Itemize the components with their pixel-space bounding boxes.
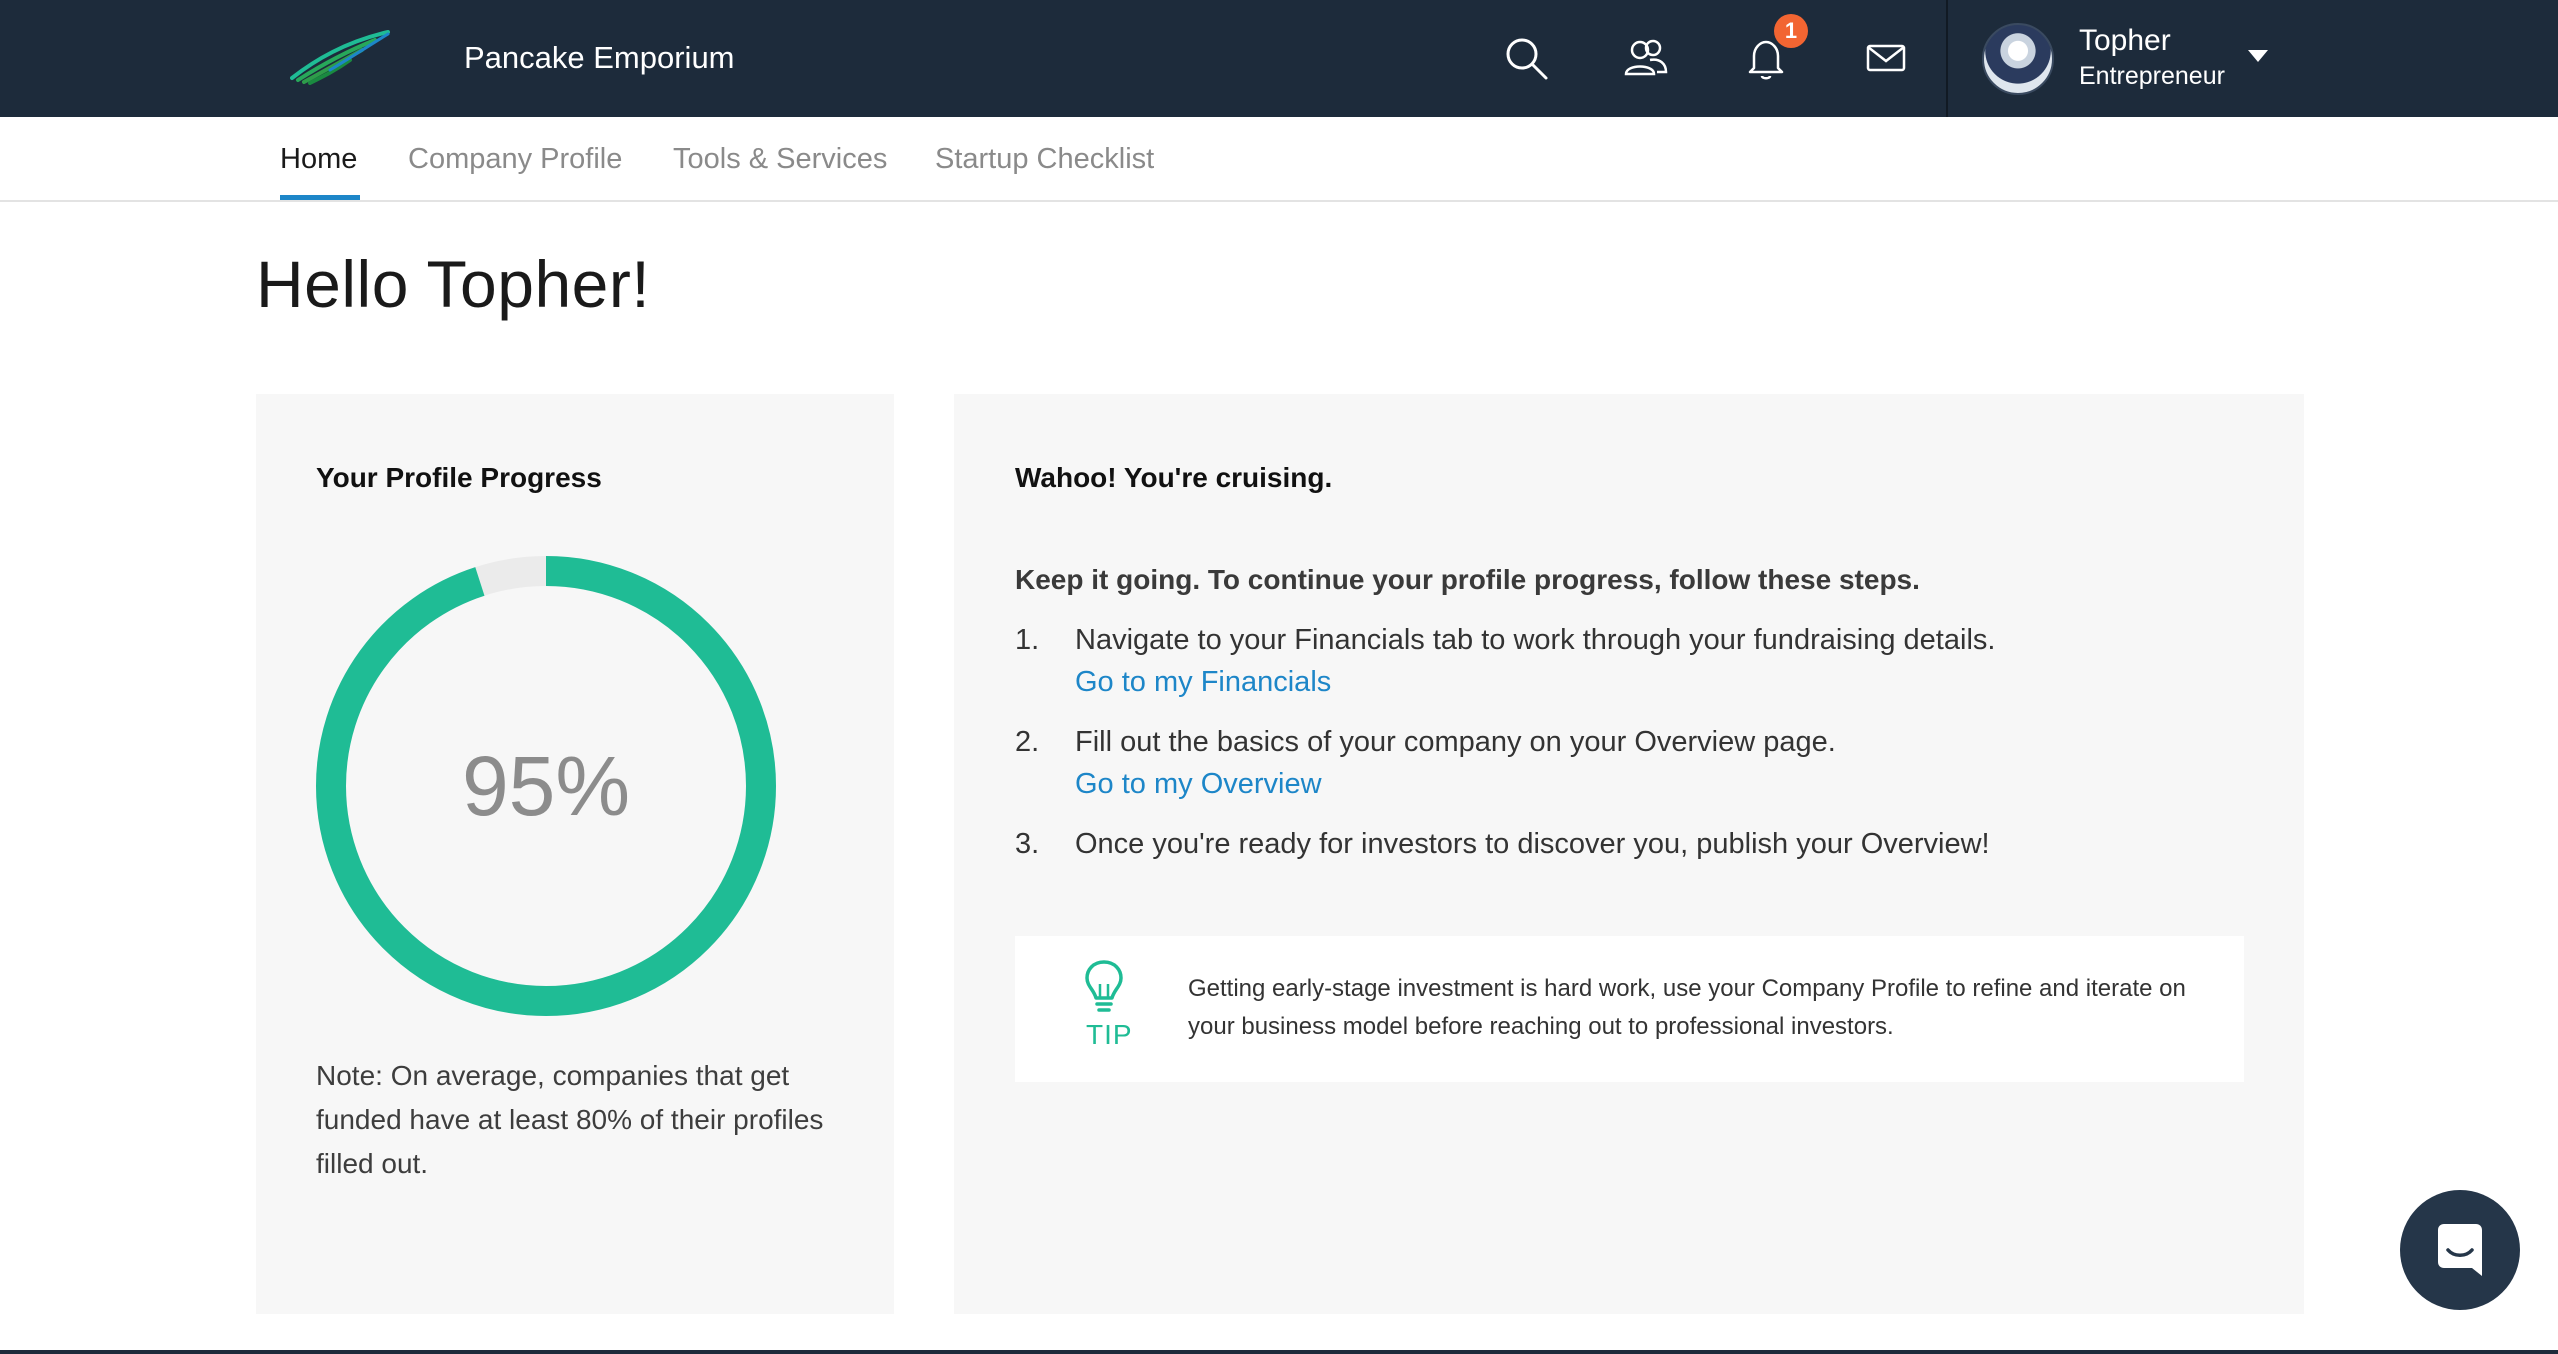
step-text: Fill out the basics of your company on y… xyxy=(1075,726,1836,758)
notification-badge: 1 xyxy=(1774,14,1808,48)
avatar[interactable] xyxy=(1982,23,2054,95)
tip-text: Getting early-stage investment is hard w… xyxy=(1188,975,2186,1040)
bottom-edge xyxy=(0,1350,2558,1354)
step-text: Once you're ready for investors to disco… xyxy=(1075,828,1990,860)
topbar-divider xyxy=(1946,0,1948,117)
lightbulb-icon xyxy=(1082,958,1126,1016)
chat-launcher-button[interactable] xyxy=(2400,1190,2520,1310)
progress-percent: 95% xyxy=(461,739,631,833)
chevron-down-icon[interactable] xyxy=(2248,50,2268,62)
step-number: 3. xyxy=(1015,828,1040,860)
tab-company-profile[interactable]: Company Profile xyxy=(408,139,622,179)
sub-navigation: Home Company Profile Tools & Services St… xyxy=(0,117,2558,202)
search-icon[interactable] xyxy=(1498,30,1554,86)
people-icon[interactable] xyxy=(1618,30,1674,86)
step-number: 1. xyxy=(1015,624,1040,656)
tab-home[interactable]: Home xyxy=(280,139,357,179)
overview-link[interactable]: Go to my Overview xyxy=(1075,764,1322,804)
financials-link[interactable]: Go to my Financials xyxy=(1075,662,1331,702)
user-role: Entrepreneur xyxy=(2079,62,2225,90)
top-bar: Pancake Emporium 1 Topher Entrepreneur xyxy=(0,0,2558,117)
active-tab-indicator xyxy=(280,195,360,200)
step-text: Navigate to your Financials tab to work … xyxy=(1075,624,1996,656)
tip-label: TIP xyxy=(1086,1019,1133,1050)
step-number: 2. xyxy=(1015,726,1040,758)
tab-tools-services[interactable]: Tools & Services xyxy=(673,139,887,179)
next-steps-lead: Keep it going. To continue your profile … xyxy=(1015,564,1920,595)
chat-icon xyxy=(2438,1224,2482,1276)
profile-progress-title: Your Profile Progress xyxy=(316,462,602,493)
progress-note: Note: On average, companies that get fun… xyxy=(316,1060,824,1179)
user-name[interactable]: Topher xyxy=(2079,22,2171,60)
mail-icon[interactable] xyxy=(1858,30,1914,86)
next-steps-title: Wahoo! You're cruising. xyxy=(1015,462,1333,493)
page-title: Hello Topher! xyxy=(256,247,651,321)
company-logo[interactable] xyxy=(290,30,390,85)
tab-startup-checklist[interactable]: Startup Checklist xyxy=(935,139,1154,179)
company-name[interactable]: Pancake Emporium xyxy=(464,38,735,78)
